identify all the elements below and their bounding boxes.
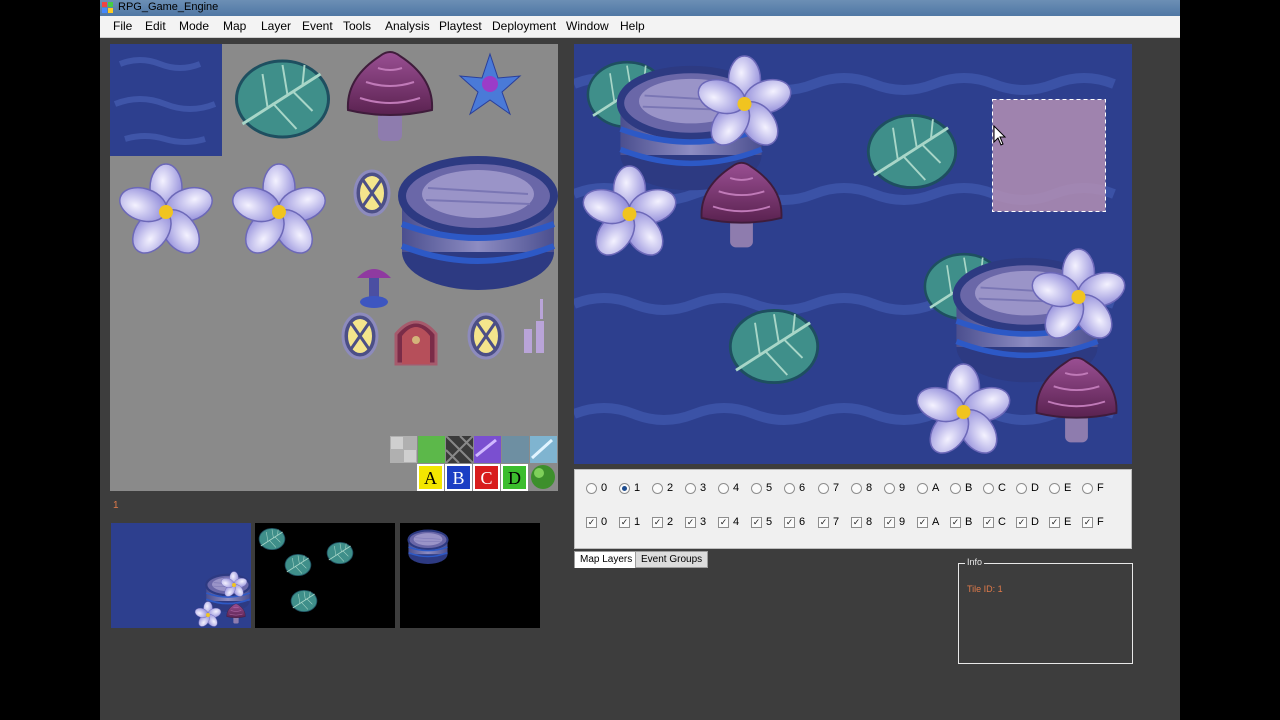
- tileset-palette[interactable]: A B C D: [110, 44, 558, 491]
- window-title: RPG_Game_Engine: [118, 1, 219, 13]
- menu-bar: File Edit Mode Map Layer Event Tools Ana…: [100, 16, 1180, 38]
- checkbox[interactable]: ✓: [818, 517, 829, 528]
- radio-button[interactable]: [851, 483, 862, 494]
- checkbox[interactable]: ✓: [619, 517, 630, 528]
- radio-button[interactable]: [1016, 483, 1027, 494]
- tileset-sheet: A B C D: [110, 44, 558, 491]
- radio-button[interactable]: [983, 483, 994, 494]
- menu-layer[interactable]: Layer: [261, 19, 291, 33]
- radio-button[interactable]: [784, 483, 795, 494]
- menu-help[interactable]: Help: [620, 19, 645, 33]
- title-bar: RPG_Game_Engine: [100, 0, 1180, 16]
- radio-button[interactable]: [917, 483, 928, 494]
- checkbox[interactable]: ✓: [917, 517, 928, 528]
- checkbox[interactable]: ✓: [784, 517, 795, 528]
- menu-window[interactable]: Window: [566, 19, 609, 33]
- radio-button[interactable]: [718, 483, 729, 494]
- menu-deployment[interactable]: Deployment: [492, 19, 556, 33]
- checkbox[interactable]: ✓: [884, 517, 895, 528]
- radio-button[interactable]: [950, 483, 961, 494]
- checkbox[interactable]: ✓: [983, 517, 994, 528]
- checkbox[interactable]: ✓: [718, 517, 729, 528]
- menu-edit[interactable]: Edit: [145, 19, 166, 33]
- tab-event-groups[interactable]: Event Groups: [635, 551, 709, 568]
- checkbox[interactable]: ✓: [685, 517, 696, 528]
- checkbox[interactable]: ✓: [950, 517, 961, 528]
- layer-thumbnail-0[interactable]: [111, 523, 251, 628]
- map-tiles: [574, 44, 1132, 464]
- menu-event[interactable]: Event: [302, 19, 333, 33]
- radio-button[interactable]: [1049, 483, 1060, 494]
- menu-map[interactable]: Map: [223, 19, 246, 33]
- radio-button[interactable]: [751, 483, 762, 494]
- radio-button[interactable]: [685, 483, 696, 494]
- radio-button[interactable]: [884, 483, 895, 494]
- info-groupbox: Info Tile ID: 1: [958, 557, 1133, 664]
- checkbox[interactable]: ✓: [1049, 517, 1060, 528]
- menu-analysis[interactable]: Analysis: [385, 19, 430, 33]
- radio-button[interactable]: [652, 483, 663, 494]
- menu-file[interactable]: File: [113, 19, 132, 33]
- palette-letter-d: D: [508, 468, 521, 488]
- checkbox[interactable]: ✓: [1082, 517, 1093, 528]
- map-layers-panel: 0 1 2 3 4 5 6 7 8 9 A B C D E F ✓ 0 ✓ 1 ✓ 2…: [574, 469, 1132, 549]
- app-window: RPG_Game_Engine File Edit Mode Map Layer…: [100, 0, 1180, 720]
- layer-indicator: 1: [113, 500, 119, 511]
- layer-thumbnail-2[interactable]: [400, 523, 540, 628]
- checkbox[interactable]: ✓: [751, 517, 762, 528]
- checkbox[interactable]: ✓: [586, 517, 597, 528]
- menu-tools[interactable]: Tools: [343, 19, 371, 33]
- checkbox[interactable]: ✓: [1016, 517, 1027, 528]
- menu-mode[interactable]: Mode: [179, 19, 209, 33]
- checkbox[interactable]: ✓: [851, 517, 862, 528]
- info-title: Info: [965, 557, 985, 567]
- menu-playtest[interactable]: Playtest: [439, 19, 482, 33]
- palette-letter-c: C: [480, 468, 492, 488]
- palette-letter-a: A: [424, 468, 437, 488]
- radio-button[interactable]: [818, 483, 829, 494]
- radio-button[interactable]: [1082, 483, 1093, 494]
- layer-thumbnail-1[interactable]: [255, 523, 395, 628]
- radio-button[interactable]: [586, 483, 597, 494]
- checkbox[interactable]: ✓: [652, 517, 663, 528]
- app-icon: [102, 2, 113, 13]
- map-canvas[interactable]: [574, 44, 1132, 464]
- radio-button[interactable]: [619, 483, 630, 494]
- tile-id-label: Tile ID: 1: [967, 584, 1003, 594]
- palette-letter-b: B: [452, 468, 464, 488]
- tab-map-layers[interactable]: Map Layers: [574, 551, 639, 568]
